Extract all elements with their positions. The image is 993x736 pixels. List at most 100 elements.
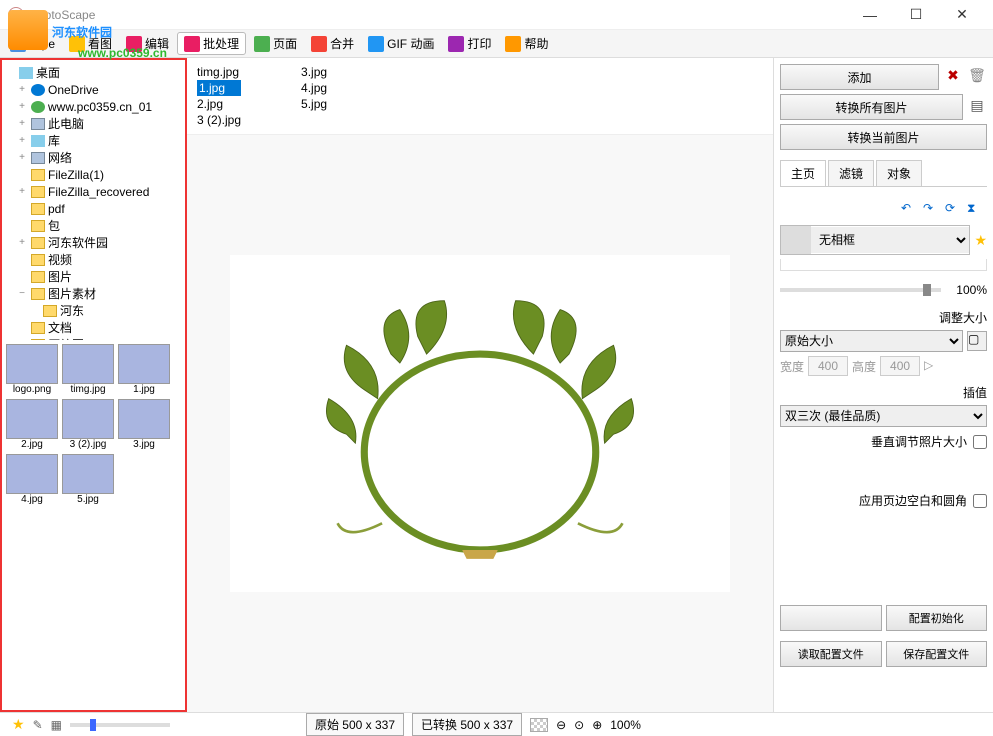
read-config-button[interactable]: 读取配置文件 [780, 641, 882, 667]
star-icon[interactable]: ★ [12, 716, 25, 733]
tree-node-4[interactable]: +库 [4, 132, 183, 149]
size-mode-select[interactable]: 原始大小 [780, 330, 963, 352]
add-button[interactable]: 添加 [780, 64, 939, 90]
grid-icon[interactable]: ▦ [51, 718, 62, 732]
tab-filter[interactable]: 滤镜 [828, 160, 874, 186]
tree-node-12[interactable]: 图片 [4, 268, 183, 285]
file-item[interactable]: 3 (2).jpg [197, 112, 241, 128]
expand-icon[interactable]: + [16, 101, 28, 112]
thumb-image [6, 344, 58, 384]
file-item[interactable]: 1.jpg [197, 80, 241, 96]
thumb-item[interactable]: logo.png [6, 344, 58, 395]
expand-icon[interactable]: + [16, 118, 28, 129]
width-input[interactable] [808, 356, 848, 376]
toolbar-4[interactable]: 页面 [248, 33, 303, 54]
toolbar-6[interactable]: GIF 动画 [362, 33, 440, 54]
file-item[interactable]: 4.jpg [301, 80, 327, 96]
zoom-fit-icon[interactable]: ⊙ [574, 718, 584, 732]
hourglass-icon[interactable]: ⧗ [967, 201, 983, 217]
convert-current-button[interactable]: 转换当前图片 [780, 124, 987, 150]
folder-icon [31, 220, 45, 232]
convert-all-button[interactable]: 转换所有图片 [780, 94, 963, 120]
preview-image[interactable] [230, 255, 730, 592]
star-icon[interactable]: ★ [974, 232, 987, 249]
tree-node-14[interactable]: 河东 [4, 302, 183, 319]
thumb-label: 4.jpg [6, 494, 58, 505]
expand-icon[interactable]: + [16, 186, 28, 197]
tree-node-10[interactable]: +河东软件园 [4, 234, 183, 251]
toolbar-5[interactable]: 合并 [305, 33, 360, 54]
tree-node-0[interactable]: 桌面 [4, 64, 183, 81]
toolbar-3[interactable]: 批处理 [177, 32, 246, 55]
checker-icon[interactable] [530, 718, 548, 732]
frame-select[interactable]: 无相框 [811, 227, 969, 253]
tab-object[interactable]: 对象 [876, 160, 922, 186]
refresh-icon[interactable]: ⟳ [945, 201, 961, 217]
empty-button[interactable] [780, 605, 882, 631]
lib-icon [19, 67, 33, 79]
folder-icon [31, 186, 45, 198]
apply-size-icon[interactable]: ▷ [924, 358, 940, 374]
thumb-item[interactable]: timg.jpg [62, 344, 114, 395]
save-config-button[interactable]: 保存配置文件 [886, 641, 988, 667]
cloud-icon [31, 84, 45, 96]
tree-node-6[interactable]: FileZilla(1) [4, 166, 183, 183]
maximize-button[interactable]: ☐ [893, 0, 939, 30]
interp-select[interactable]: 双三次 (最佳品质) [780, 405, 987, 427]
close-button[interactable]: ✕ [939, 0, 985, 30]
thumb-item[interactable]: 4.jpg [6, 454, 58, 505]
config-init-button[interactable]: 配置初始化 [886, 605, 988, 631]
list-icon[interactable]: ▤ [967, 97, 987, 117]
size-lock-icon[interactable]: ▢ [967, 331, 987, 351]
thumb-item[interactable]: 2.jpg [6, 399, 58, 450]
toolbar-icon [184, 36, 200, 52]
zoom-slider[interactable] [70, 723, 170, 727]
delete-icon[interactable]: ✖ [943, 67, 963, 87]
tree-node-11[interactable]: 视频 [4, 251, 183, 268]
thumb-item[interactable]: 5.jpg [62, 454, 114, 505]
folder-icon [31, 288, 45, 300]
zoom-out-icon[interactable]: ⊖ [556, 718, 566, 732]
undo-icon[interactable]: ↶ [901, 201, 917, 217]
settings-tabs: 主页 滤镜 对象 [780, 160, 987, 187]
file-item[interactable]: 2.jpg [197, 96, 241, 112]
expand-icon[interactable]: − [16, 288, 28, 299]
redo-icon[interactable]: ↷ [923, 201, 939, 217]
tree-node-7[interactable]: +FileZilla_recovered [4, 183, 183, 200]
expand-icon[interactable]: + [16, 152, 28, 163]
thumbnail-panel[interactable]: logo.pngtimg.jpg1.jpg 2.jpg3 (2).jpg3.jpg… [2, 340, 185, 710]
toolbar-8[interactable]: 帮助 [499, 33, 554, 54]
tree-node-8[interactable]: pdf [4, 200, 183, 217]
file-item[interactable]: timg.jpg [197, 64, 241, 80]
vert-adjust-checkbox[interactable] [973, 435, 987, 449]
trash-icon[interactable]: 🗑 [967, 67, 987, 87]
minimize-button[interactable]: — [847, 0, 893, 30]
expand-icon[interactable]: + [16, 237, 28, 248]
tree-node-1[interactable]: +OneDrive [4, 81, 183, 98]
expand-icon[interactable]: + [16, 84, 28, 95]
zoom-in-icon[interactable]: ⊕ [592, 718, 602, 732]
thumb-item[interactable]: 1.jpg [118, 344, 170, 395]
opacity-slider[interactable] [780, 288, 941, 292]
thumb-item[interactable]: 3.jpg [118, 399, 170, 450]
tool-icon[interactable]: ✎ [33, 718, 43, 732]
tab-home[interactable]: 主页 [780, 160, 826, 186]
file-item[interactable]: 3.jpg [301, 64, 327, 80]
tree-node-3[interactable]: +此电脑 [4, 115, 183, 132]
height-input[interactable] [880, 356, 920, 376]
tree-node-13[interactable]: −图片素材 [4, 285, 183, 302]
tree-node-2[interactable]: +www.pc0359.cn_01 [4, 98, 183, 115]
folder-icon [31, 237, 45, 249]
tree-node-9[interactable]: 包 [4, 217, 183, 234]
folder-tree[interactable]: 桌面+OneDrive+www.pc0359.cn_01+此电脑+库+网络Fil… [2, 60, 185, 340]
apply-margin-checkbox[interactable] [973, 494, 987, 508]
thumb-item[interactable]: 3 (2).jpg [62, 399, 114, 450]
tree-node-15[interactable]: 文档 [4, 319, 183, 336]
toolbar-7[interactable]: 打印 [442, 33, 497, 54]
expand-icon[interactable]: + [16, 135, 28, 146]
folder-icon [31, 322, 45, 334]
tree-node-5[interactable]: +网络 [4, 149, 183, 166]
toolbar-icon [505, 36, 521, 52]
file-item[interactable]: 5.jpg [301, 96, 327, 112]
file-list[interactable]: timg.jpg1.jpg2.jpg3 (2).jpg 3.jpg4.jpg5.… [187, 58, 773, 135]
